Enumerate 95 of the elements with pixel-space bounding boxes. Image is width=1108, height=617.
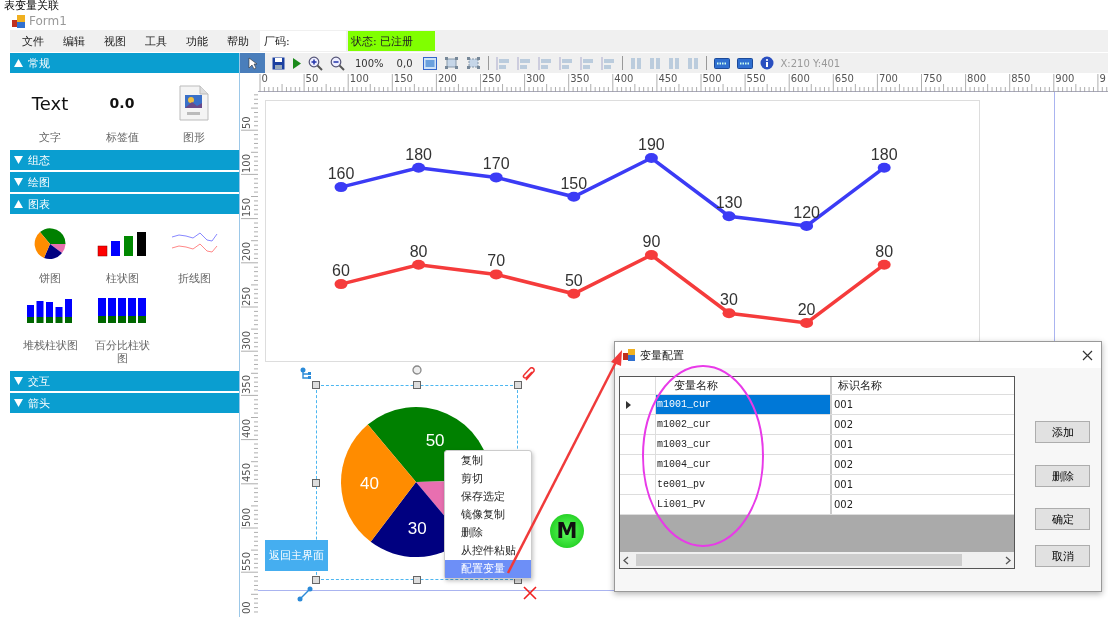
ruler-label: 550 <box>746 73 766 84</box>
menu-item[interactable]: 视图 <box>92 33 133 49</box>
menu-item[interactable]: 工具 <box>133 33 174 49</box>
data-label: 80 <box>875 242 894 260</box>
menu-item[interactable]: 文件 <box>10 33 51 49</box>
value-preview: 0.0 <box>109 95 135 111</box>
page-heading: 表变量关联 <box>3 0 60 12</box>
column-header[interactable]: 标识名称 <box>832 377 1014 394</box>
table-cell[interactable]: 001 <box>832 435 1014 454</box>
table-cell[interactable]: 001 <box>832 395 1014 414</box>
data-label: 60 <box>332 262 350 280</box>
ruler-label: 550 <box>242 551 252 571</box>
data-label: 180 <box>405 145 432 163</box>
menu-item[interactable]: 功能 <box>174 33 215 49</box>
ruler-label: 400 <box>614 73 634 84</box>
palette-item[interactable]: 堆栈柱状图 <box>14 289 86 365</box>
menu-item[interactable]: 编辑 <box>51 33 92 49</box>
table-cell[interactable]: m1001_cur <box>656 395 832 414</box>
menu-item[interactable]: 镜像复制 <box>445 506 531 524</box>
ruler-label: 100 <box>349 73 369 84</box>
ruler-label: 600 <box>790 73 810 84</box>
ruler-label: 300 <box>526 73 546 84</box>
ruler-label: 500 <box>702 73 722 84</box>
palette-item[interactable]: 图形 <box>158 81 230 144</box>
palette-item[interactable]: 百分比柱状图 <box>86 289 158 365</box>
ruler-label: 350 <box>570 73 590 84</box>
menu-item[interactable]: 复制 <box>445 452 531 470</box>
ruler-label: 100 <box>242 153 252 173</box>
ruler-label: 300 <box>242 330 252 350</box>
menu-item[interactable]: 从控件粘贴 <box>445 542 531 560</box>
ruler-label: 150 <box>242 198 252 218</box>
ruler-label: 900 <box>1055 73 1075 84</box>
ruler-label: 650 <box>834 73 854 84</box>
data-label: 150 <box>560 174 588 192</box>
data-label: 170 <box>482 155 510 173</box>
data-label: 50 <box>564 271 583 289</box>
ruler-label: 9 <box>1099 73 1106 84</box>
ruler-label: 0 <box>261 73 268 84</box>
menu-item[interactable]: 保存选定 <box>445 488 531 506</box>
ruler-label: 450 <box>658 73 678 84</box>
ruler-label: 250 <box>242 286 252 306</box>
palette-item[interactable]: 折线图 <box>158 222 230 285</box>
status-indicator: 状态: 已注册 <box>348 31 435 51</box>
window-title: Form1 <box>29 14 67 28</box>
text-preview: Text <box>31 92 69 114</box>
ruler-label: 800 <box>967 73 987 84</box>
data-label: 30 <box>407 519 427 539</box>
toolbar-readout: 0,0 <box>395 57 414 69</box>
table-cell[interactable]: 001 <box>832 475 1014 494</box>
ruler-label: 750 <box>923 73 943 84</box>
dialog-title: 变量配置 <box>640 347 684 363</box>
table-cell[interactable]: 002 <box>832 455 1014 474</box>
palette-item[interactable]: 0.0 标签值 <box>86 81 158 144</box>
data-label: 90 <box>642 233 661 250</box>
ruler-label: 200 <box>437 73 457 84</box>
menu-item[interactable]: 删除 <box>445 524 531 542</box>
data-label: 180 <box>870 145 898 163</box>
data-label: 120 <box>793 203 820 221</box>
table-cell[interactable]: 002 <box>832 495 1014 514</box>
ruler-label: 00 <box>242 601 252 614</box>
ruler-label: 200 <box>242 242 252 262</box>
data-label: 30 <box>720 291 738 309</box>
ruler-label: 400 <box>242 419 252 439</box>
dialog-button[interactable]: 添加 <box>1035 421 1090 443</box>
ruler-label: 450 <box>242 463 252 483</box>
dialog-button[interactable]: 确定 <box>1035 508 1090 530</box>
ruler-label: 150 <box>393 73 413 84</box>
dialog-button[interactable]: 取消 <box>1035 545 1090 567</box>
data-label: 80 <box>409 242 428 260</box>
table-cell[interactable]: Li001_PV <box>656 495 832 514</box>
ruler-label: 350 <box>242 374 252 394</box>
table-cell[interactable]: 002 <box>832 415 1014 434</box>
factory-code-field[interactable]: 厂码: <box>260 31 346 51</box>
motor-indicator: M <box>550 514 584 548</box>
palette-item[interactable]: 柱状图 <box>86 222 158 285</box>
data-label: 160 <box>327 165 355 183</box>
ruler-label: 50 <box>242 115 252 129</box>
data-label: 40 <box>360 474 379 494</box>
ruler-label: 50 <box>305 73 319 84</box>
palette-item[interactable]: Text 文字 <box>14 81 86 144</box>
data-label: 190 <box>638 136 665 153</box>
palette-item[interactable]: 饼图 <box>14 222 86 285</box>
ruler-label: 700 <box>878 73 898 84</box>
dialog-button[interactable]: 删除 <box>1035 465 1090 487</box>
data-label: 130 <box>715 194 743 212</box>
menu-item[interactable]: 帮助 <box>215 33 256 49</box>
ruler-label: 500 <box>242 507 252 527</box>
toolbar-readout: 100% <box>354 57 385 69</box>
ruler-label: 250 <box>482 73 502 84</box>
ruler-label: 850 <box>1011 73 1031 84</box>
cursor-coordinates: X:210 Y:401 <box>780 57 841 69</box>
menu-item[interactable]: 剪切 <box>445 470 531 488</box>
data-label: 20 <box>797 300 816 318</box>
data-label: 50 <box>425 430 445 450</box>
data-label: 70 <box>487 252 506 270</box>
